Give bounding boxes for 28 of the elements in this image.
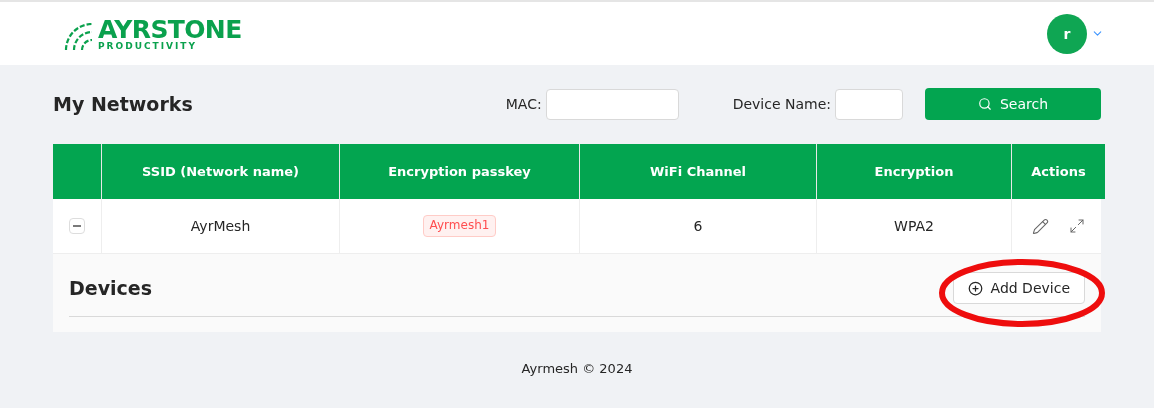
expand-toggle[interactable] xyxy=(69,218,85,234)
column-header: Actions xyxy=(1012,144,1105,199)
passkey-tag: Ayrmesh1 xyxy=(422,215,497,237)
search-button[interactable]: Search xyxy=(925,88,1101,120)
filter-label: Device Name: xyxy=(732,95,831,114)
filter-field[interactable] xyxy=(545,88,679,120)
filter-label: MAC: xyxy=(505,95,542,114)
expand-icon[interactable] xyxy=(1069,218,1085,234)
page-title: My Networks xyxy=(53,91,194,117)
add-device-button[interactable]: Add Device xyxy=(952,272,1085,304)
column-header: Encryption passkey xyxy=(340,144,580,199)
wifi-waves-icon xyxy=(64,22,94,51)
logo-name: AYRSTONE xyxy=(98,16,242,42)
devices-title: Devices xyxy=(69,275,152,301)
table-cell-text: 6 xyxy=(693,217,703,236)
edit-icon[interactable] xyxy=(1032,217,1049,235)
minus-icon xyxy=(73,222,81,230)
table-cell-text: WPA2 xyxy=(894,217,934,236)
footer-text: Ayrmesh © 2024 xyxy=(521,360,633,378)
logo-tagline: PRODUCTIVITY xyxy=(98,41,199,51)
filter-field[interactable] xyxy=(835,88,903,120)
search-icon xyxy=(977,97,992,111)
user-avatar[interactable]: r xyxy=(1047,13,1087,54)
table-cell-text: AyrMesh xyxy=(190,217,251,236)
column-header: SSID (Network name) xyxy=(102,144,340,199)
plus-circle-icon xyxy=(967,280,983,296)
column-header: WiFi Channel xyxy=(580,144,817,199)
column-header: Encryption xyxy=(817,144,1012,199)
